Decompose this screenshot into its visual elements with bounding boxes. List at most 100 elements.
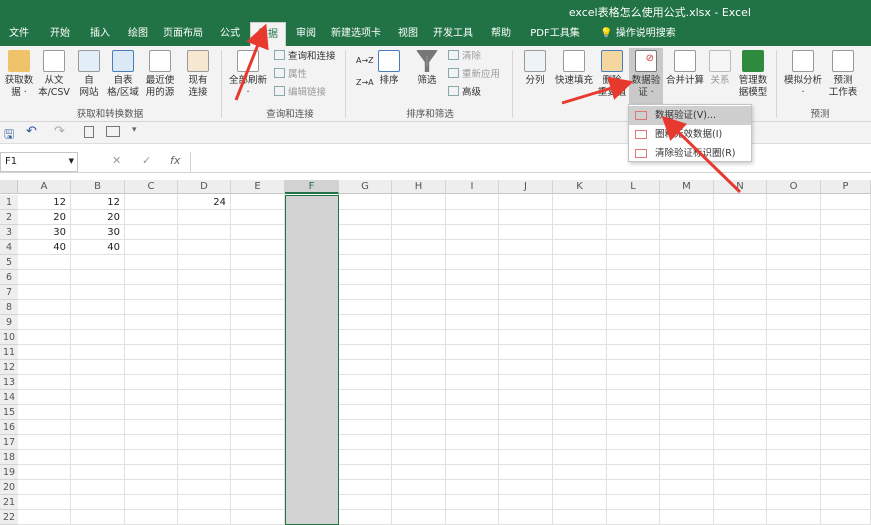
undo-icon[interactable]: ↶: [26, 124, 37, 139]
column-header-d[interactable]: D: [178, 180, 231, 194]
existing-connections-button[interactable]: 现有 连接: [180, 50, 216, 99]
row-header-7[interactable]: 7: [0, 285, 18, 300]
column-header-b[interactable]: B: [71, 180, 125, 194]
row-header-16[interactable]: 16: [0, 420, 18, 435]
cell-a1[interactable]: 12: [18, 195, 71, 210]
tab-formulas[interactable]: 公式: [214, 22, 246, 46]
tab-file[interactable]: 文件: [4, 22, 34, 46]
row-header-18[interactable]: 18: [0, 450, 18, 465]
tab-help[interactable]: 帮助: [484, 22, 518, 46]
row-header-14[interactable]: 14: [0, 390, 18, 405]
data-validation-button[interactable]: ⊘ 数据验证 ·: [629, 48, 663, 104]
screen-icon[interactable]: [106, 126, 120, 137]
row-header-20[interactable]: 20: [0, 480, 18, 495]
filter-button[interactable]: 筛选: [412, 50, 442, 87]
print-preview-icon[interactable]: [84, 126, 94, 138]
manage-data-model-button[interactable]: 管理数 据模型: [736, 50, 770, 99]
get-data-button[interactable]: 获取数据 ·: [2, 50, 36, 99]
row-header-5[interactable]: 5: [0, 255, 18, 270]
cancel-icon[interactable]: ✕: [112, 154, 121, 167]
tab-view[interactable]: 视图: [392, 22, 424, 46]
column-header-h[interactable]: H: [392, 180, 446, 194]
cell-a4[interactable]: 40: [18, 240, 71, 255]
what-if-analysis-button[interactable]: 模拟分析 ·: [782, 50, 824, 99]
from-web-button[interactable]: 自网站: [74, 50, 104, 99]
row-header-8[interactable]: 8: [0, 300, 18, 315]
tab-new-tab[interactable]: 新建选项卡: [328, 22, 384, 46]
row-header-9[interactable]: 9: [0, 315, 18, 330]
column-header-e[interactable]: E: [231, 180, 285, 194]
column-header-a[interactable]: A: [18, 180, 71, 194]
worksheet-grid[interactable]: ABCDEFGHIJKLMNOP 1 2 3 4 5 6 7 8 9 10 11 12 13 14 15 16…: [0, 180, 871, 525]
recent-sources-button[interactable]: 最近使 用的源: [142, 50, 178, 99]
formula-input[interactable]: [190, 152, 870, 172]
tab-insert[interactable]: 插入: [84, 22, 116, 46]
tell-me-search[interactable]: 💡 操作说明搜索: [592, 22, 684, 46]
sort-ascending-button[interactable]: A→Z: [356, 54, 374, 68]
row-header-15[interactable]: 15: [0, 405, 18, 420]
tab-pdf-tools[interactable]: PDF工具集: [524, 22, 586, 46]
cell-b1[interactable]: 12: [71, 195, 125, 210]
cell-b4[interactable]: 40: [71, 240, 125, 255]
column-header-f[interactable]: F: [285, 180, 339, 194]
insert-function-icon[interactable]: fx: [170, 154, 180, 167]
column-header-p[interactable]: P: [821, 180, 871, 194]
remove-duplicates-button[interactable]: 删除 重复值: [596, 50, 628, 99]
tab-page-layout[interactable]: 页面布局: [160, 22, 206, 46]
tab-draw[interactable]: 绘图: [122, 22, 154, 46]
from-csv-button[interactable]: 从文 本/CSV: [36, 50, 72, 99]
row-header-3[interactable]: 3: [0, 225, 18, 240]
queries-connections-button[interactable]: 查询和连接: [274, 50, 336, 64]
tab-developer[interactable]: 开发工具: [430, 22, 476, 46]
column-header-i[interactable]: I: [446, 180, 499, 194]
sort-descending-button[interactable]: Z→A: [356, 76, 374, 90]
customize-qat-icon[interactable]: ▾: [132, 125, 137, 135]
row-header-10[interactable]: 10: [0, 330, 18, 345]
column-header-k[interactable]: K: [553, 180, 607, 194]
from-table-button[interactable]: 自表 格/区域: [104, 50, 142, 99]
relationships-button[interactable]: 关系: [706, 50, 734, 87]
clear-filter-button[interactable]: 清除: [448, 50, 481, 64]
row-header-1[interactable]: 1: [0, 195, 18, 210]
row-header-13[interactable]: 13: [0, 375, 18, 390]
column-header-o[interactable]: O: [767, 180, 821, 194]
refresh-all-button[interactable]: 全部刷新 ·: [226, 50, 270, 99]
name-box[interactable]: F1 ▼: [0, 152, 78, 172]
edit-links-button[interactable]: 编辑链接: [274, 86, 326, 100]
advanced-filter-button[interactable]: 高级: [448, 86, 481, 100]
sort-button[interactable]: 排序: [374, 50, 404, 87]
select-all-corner[interactable]: [0, 180, 18, 194]
tab-review[interactable]: 审阅: [290, 22, 322, 46]
row-header-17[interactable]: 17: [0, 435, 18, 450]
cell-a2[interactable]: 20: [18, 210, 71, 225]
tab-home[interactable]: 开始: [44, 22, 76, 46]
menu-item-data-validation[interactable]: 数据验证(V)...: [629, 106, 751, 125]
row-header-21[interactable]: 21: [0, 495, 18, 510]
menu-item-clear-circles[interactable]: 清除验证标识圈(R): [629, 144, 751, 163]
enter-icon[interactable]: ✓: [142, 154, 151, 167]
cell-b3[interactable]: 30: [71, 225, 125, 240]
column-header-c[interactable]: C: [125, 180, 178, 194]
row-header-6[interactable]: 6: [0, 270, 18, 285]
cell-a3[interactable]: 30: [18, 225, 71, 240]
cell-b2[interactable]: 20: [71, 210, 125, 225]
row-header-4[interactable]: 4: [0, 240, 18, 255]
row-header-19[interactable]: 19: [0, 465, 18, 480]
row-header-11[interactable]: 11: [0, 345, 18, 360]
column-header-l[interactable]: L: [607, 180, 660, 194]
column-header-j[interactable]: J: [499, 180, 553, 194]
reapply-button[interactable]: 重新应用: [448, 68, 500, 82]
forecast-sheet-button[interactable]: 预测 工作表: [826, 50, 860, 99]
properties-button[interactable]: 属性: [274, 68, 307, 82]
column-header-n[interactable]: N: [714, 180, 767, 194]
column-header-g[interactable]: G: [339, 180, 392, 194]
column-header-m[interactable]: M: [660, 180, 714, 194]
save-icon[interactable]: 🖫: [4, 125, 14, 146]
text-to-columns-button[interactable]: 分列: [520, 50, 550, 87]
menu-item-circle-invalid[interactable]: 圈释无效数据(I): [629, 125, 751, 144]
row-header-12[interactable]: 12: [0, 360, 18, 375]
cell-d1[interactable]: 24: [178, 195, 231, 210]
flash-fill-button[interactable]: 快速填充: [552, 50, 596, 87]
redo-icon[interactable]: ↷: [54, 124, 65, 139]
tab-data[interactable]: 数据: [250, 22, 286, 46]
